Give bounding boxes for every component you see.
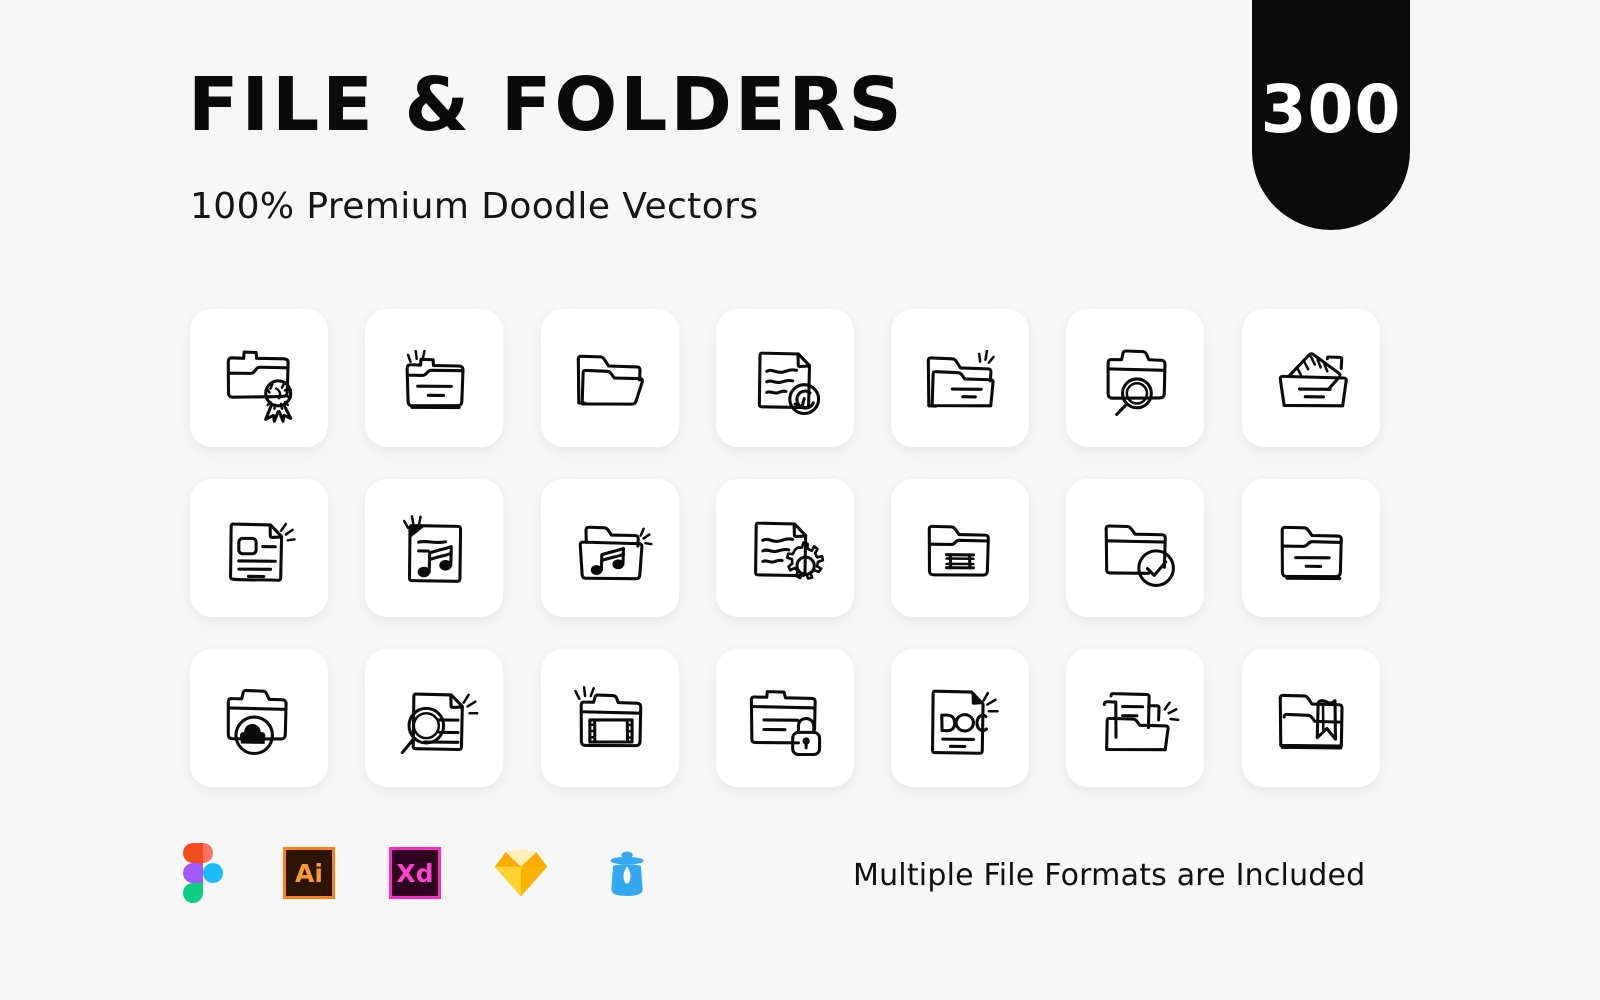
folder-lines-icon [405,349,465,410]
folder-video-icon [573,686,642,748]
icon-card-file-article[interactable] [190,479,328,617]
folder-cloud-icon [226,689,288,756]
folder-award-icon [226,350,293,423]
icon-card-folder-film[interactable] [891,479,1030,617]
icon-count-badge: 300 [1252,0,1410,230]
formats-note: Multiple File Formats are Included [853,858,1366,893]
icon-card-folder-open-lines[interactable] [891,309,1030,447]
icon-count-value: 300 [1260,70,1402,148]
icon-card-file-settings[interactable] [715,479,854,617]
icon-card-folder-lines-plain[interactable] [1241,479,1380,617]
illustrator-logo[interactable]: Ai [281,845,337,901]
file-search-icon [401,692,479,755]
format-logos: Ai Xd [175,843,655,903]
icon-card-folder-bookmark[interactable] [1241,649,1380,787]
poster-root: 300 FILE & FOLDERS 100% Premium Doodle V… [0,0,1600,1000]
icon-card-file-history[interactable] [715,309,854,447]
icon-card-folder-cloud[interactable] [190,649,328,787]
icon-card-folder-check[interactable] [1066,479,1205,617]
illustrator-tile: Ai [283,847,335,899]
folder-music-icon [578,525,653,581]
folder-search-icon [1107,349,1167,417]
file-doc-icon [931,689,999,755]
icon-card-folder-award[interactable] [190,309,328,447]
folder-check-icon [1105,524,1176,587]
icon-card-file-search[interactable] [365,649,504,787]
icon-card-file-music[interactable] [365,479,504,617]
file-settings-icon [753,521,825,580]
icon-card-file-doc[interactable] [891,649,1030,787]
icon-card-folder-search[interactable] [1066,309,1205,447]
folder-open-lines-icon [926,349,996,408]
folder-bookmark-icon [1278,693,1344,750]
icon-card-folder-lines[interactable] [365,309,504,447]
icon-card-folder-lock[interactable] [715,649,854,787]
icon-card-folder-open[interactable] [540,309,679,447]
file-article-icon [229,522,296,582]
adobe-xd-logo[interactable]: Xd [387,845,443,901]
icon-card-folder-open-file[interactable] [1066,649,1205,787]
folder-open-icon [576,354,644,406]
illustrator-label: Ai [295,858,323,888]
folder-documents-icon [1278,352,1348,408]
file-music-icon [403,515,463,583]
folder-lock-icon [749,690,821,757]
icon-grid [190,309,1382,787]
adobe-xd-label: Xd [396,858,434,888]
folder-lines-plain-icon [1280,525,1343,581]
figma-logo[interactable] [175,843,231,903]
sketch-logo[interactable] [493,845,549,901]
adobe-xd-tile: Xd [389,847,441,899]
file-history-icon [757,351,821,416]
page-subtitle: 100% Premium Doodle Vectors [190,186,759,227]
jar-logo[interactable] [599,845,655,901]
icon-card-folder-documents[interactable] [1241,309,1380,447]
folder-open-file-icon [1103,692,1180,752]
icon-card-folder-video[interactable] [540,649,679,787]
folder-film-icon [927,524,991,577]
page-title: FILE & FOLDERS [188,62,905,148]
icon-card-folder-music[interactable] [540,479,679,617]
